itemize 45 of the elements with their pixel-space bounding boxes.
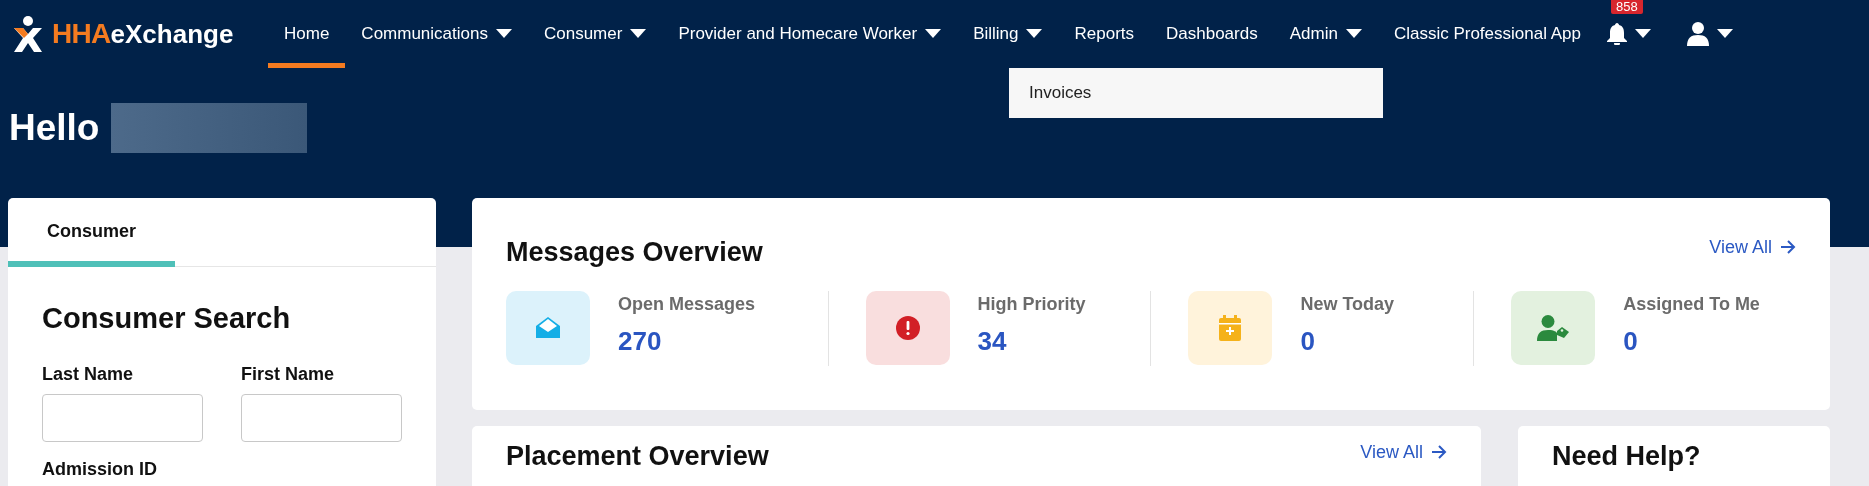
input-field[interactable] [241,393,402,442]
stat-value: 0 [1300,324,1316,358]
card-title: Placement Overview [506,440,769,473]
person-logo-icon [12,16,44,52]
view-all-link[interactable]: View All [1360,440,1447,464]
input-field[interactable] [42,393,203,442]
user-icon[interactable] [1686,22,1709,46]
nav-tab[interactable]: Consumer [527,0,663,68]
greeting: Hello [9,106,100,151]
nav-tab[interactable]: Reports [1058,0,1150,68]
section-title: Consumer Search [42,301,292,336]
nav-tab[interactable]: Communications [345,0,528,68]
calendar-icon [1219,314,1242,341]
card-title: Messages Overview [506,236,763,269]
field-label: Admission ID [42,457,158,481]
nav-tab[interactable]: Home [268,0,346,68]
nav-tab[interactable]: Classic Professional App [1377,0,1597,68]
nav-tab[interactable]: Billing [957,0,1059,68]
notification-badge: 858 [1610,0,1643,14]
stat-value: 0 [1623,324,1639,358]
arrow-right-icon [1431,445,1447,459]
stat-label: New Today [1300,292,1395,316]
caret-icon [1634,29,1651,39]
nav-tab[interactable]: Dashboards [1150,0,1274,68]
alert-icon [895,315,920,340]
user-tag-icon [1537,314,1570,341]
stat-label: Assigned To Me [1623,292,1760,316]
bell-icon[interactable] [1606,23,1627,45]
nav-tab[interactable]: Provider and Homecare Worker [662,0,958,68]
stat-label: Open Messages [618,292,756,316]
logo-text: HHA [52,17,111,51]
logo-text: eXchange [110,17,234,51]
menu-item[interactable]: Invoices [1029,80,1092,106]
caret-icon [1716,29,1733,39]
stat-value: 34 [977,324,1008,358]
nav-tab[interactable]: Admin [1273,0,1378,68]
stat-label: High Priority [977,292,1086,316]
card-title: Need Help? [1552,441,1701,471]
field-label: Last Name [42,362,135,386]
arrow-right-icon [1780,240,1796,255]
envelope-icon [535,315,561,340]
view-all-link[interactable]: View All [1709,233,1796,261]
panel-tab[interactable]: Consumer [8,198,175,267]
field-label: First Name [241,362,336,386]
stat-value: 270 [618,324,663,358]
